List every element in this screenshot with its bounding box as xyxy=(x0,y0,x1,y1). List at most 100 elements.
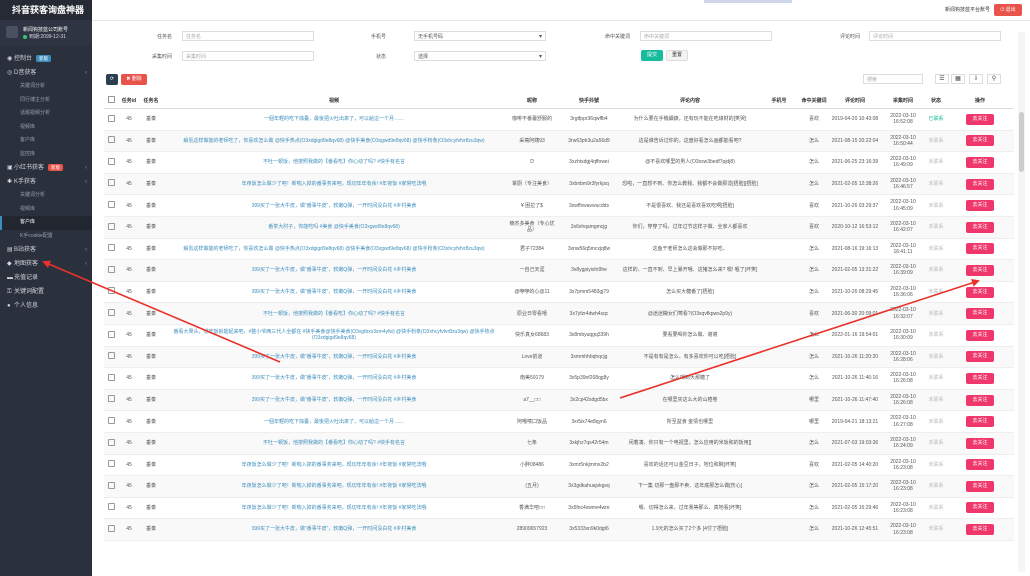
col-phone[interactable]: 手机号 xyxy=(760,93,798,109)
reset-button[interactable]: 重置 xyxy=(666,50,688,61)
col-video[interactable]: 视频 xyxy=(162,93,506,109)
cell-video-link[interactable]: 不吐一顿饭，他按照我做的【番看吃】你心动了吗? #快手有名言 xyxy=(162,432,506,455)
table-search-input[interactable]: 搜索 xyxy=(863,74,923,84)
cell-video-link[interactable]: 一個年輕的吃下烛臺，最後把火吐出來了，可以給這一个月…… xyxy=(162,108,506,131)
cell-video-link[interactable]: 解氢这样做能的老师吃了，你喜欢怎么做 @快手热点(O3xdgigd9e8qv68… xyxy=(162,238,506,261)
col-comment[interactable]: 评论内容 xyxy=(620,93,760,109)
sidebar-item-xiaohongshu[interactable]: ▣小红书获客 新版 ‹ xyxy=(0,161,92,175)
unfollow-button[interactable]: 去关注 xyxy=(966,264,994,276)
unfollow-button[interactable]: 去关注 xyxy=(966,308,994,320)
row-checkbox[interactable] xyxy=(104,173,118,196)
sidebar-sub-ks-video-library[interactable]: 视频库 xyxy=(0,203,92,217)
sidebar-item-recharge[interactable]: ▬充值记录 xyxy=(0,271,92,285)
status-select[interactable]: 选择 xyxy=(414,51,546,62)
row-checkbox[interactable] xyxy=(104,216,118,239)
cell-video-link[interactable]: 不吐一顿饭，他按照我做的【番看吃】你心动了吗? #快手有名言 xyxy=(162,151,506,174)
row-checkbox[interactable] xyxy=(104,454,118,477)
sidebar-item-kuaishou[interactable]: ✱ K手获客 ‹ xyxy=(0,175,92,189)
cell-video-link[interactable]: 399买了一张大牛皮，做“番事牛皮”，软嫩Q弹，一开时间没白花 #乡村美食 xyxy=(162,389,506,412)
col-keyword[interactable]: 命中关键词 xyxy=(798,93,830,109)
unfollow-button[interactable]: 去关注 xyxy=(966,243,994,255)
sidebar-sub-topic-analysis[interactable]: 话题视频分析 xyxy=(0,107,92,121)
row-checkbox[interactable] xyxy=(104,194,118,217)
sidebar-item-profile[interactable]: ● 个人信息 xyxy=(0,299,92,313)
collect-time-input[interactable]: 采集时间 xyxy=(182,51,314,61)
sidebar-item-bilibili[interactable]: ▤B站获客 ‹ xyxy=(0,243,92,257)
comment-time-input[interactable]: 评论时间 xyxy=(869,31,1001,41)
col-task-id[interactable]: 任务id xyxy=(118,93,140,109)
sidebar-item-dashboard[interactable]: ◉ 控制台 新版 xyxy=(0,52,92,66)
search-icon[interactable]: ⚲ xyxy=(987,74,1001,84)
unfollow-button[interactable]: 去关注 xyxy=(966,135,994,147)
row-checkbox[interactable] xyxy=(104,432,118,455)
row-checkbox[interactable] xyxy=(104,346,118,369)
keyword-input[interactable]: 命中关键词 xyxy=(640,31,772,41)
scrollbar-thumb[interactable] xyxy=(1019,112,1024,172)
sidebar-sub-keyword-analysis[interactable]: 关键词分析 xyxy=(0,80,92,94)
cell-video-link[interactable]: 年夜饭怎么做少了吧！新喘入掉的番事务来吧，现切年年有余! #年夜饭 #家常吃法哦 xyxy=(162,497,506,520)
list-view-icon[interactable]: ☰ xyxy=(935,74,949,84)
unfollow-button[interactable]: 去关注 xyxy=(966,156,994,168)
unfollow-button[interactable]: 去关注 xyxy=(966,372,994,384)
sidebar-sub-peer-analysis[interactable]: 同行博主分析 xyxy=(0,94,92,108)
task-input[interactable]: 任务名 xyxy=(182,31,314,41)
cell-video-link[interactable]: 年夜饭怎么做少了吧！新喘入掉的番事务来吧，现切年年有余! #年夜饭 #家常吃法哦 xyxy=(162,475,506,498)
row-checkbox[interactable] xyxy=(104,151,118,174)
sidebar-item-map[interactable]: ◆ 地图获客 ‹ xyxy=(0,257,92,271)
col-task-name[interactable]: 任务名 xyxy=(140,93,162,109)
logout-button[interactable]: ⏻ 退出 xyxy=(994,4,1022,16)
row-checkbox[interactable] xyxy=(104,367,118,390)
select-all-checkbox[interactable] xyxy=(104,93,118,109)
unfollow-button[interactable]: 去关注 xyxy=(966,351,994,363)
sidebar-sub-monitor-library[interactable]: 监控库 xyxy=(0,148,92,162)
unfollow-button[interactable]: 去关注 xyxy=(966,178,994,190)
unfollow-button[interactable]: 去关注 xyxy=(966,286,994,298)
cell-video-link[interactable]: 不吐一顿饭，他按照我做的【番看吃】你心动了吗? #快手有名言 xyxy=(162,302,506,325)
unfollow-button[interactable]: 去关注 xyxy=(966,502,994,514)
col-nickname[interactable]: 昵称 xyxy=(506,93,558,109)
unfollow-button[interactable]: 去关注 xyxy=(966,524,994,536)
row-checkbox[interactable] xyxy=(104,130,118,153)
unfollow-button[interactable]: 去关注 xyxy=(966,480,994,492)
sidebar-sub-ks-keyword-analysis[interactable]: 关键词分析 xyxy=(0,189,92,203)
row-checkbox[interactable] xyxy=(104,302,118,325)
sidebar-sub-ks-customer-library[interactable]: 客户库 xyxy=(0,216,92,230)
row-checkbox[interactable] xyxy=(104,281,118,304)
col-comment-time[interactable]: 评论时间 xyxy=(830,93,880,109)
row-checkbox[interactable] xyxy=(104,389,118,412)
cell-video-link[interactable]: 番看大果头，想吃饭就能起来吧，#整小爷两三代人全都在 #快手美食@快手美食(O3… xyxy=(162,324,506,347)
delete-button[interactable]: ✖ 删除 xyxy=(121,74,147,85)
col-account-id[interactable]: 快手抖號 xyxy=(558,93,620,109)
cell-video-link[interactable]: 年夜饭怎么做少了吧！新喘入掉的番事务来吧，现切年年有余! #年夜饭 #家常吃法哦 xyxy=(162,173,506,196)
cell-video-link[interactable]: 399买了一张大牛皮，做“番事牛皮”，软嫩Q弹，一开时间没白花 #乡村美食 xyxy=(162,281,506,304)
row-checkbox[interactable] xyxy=(104,518,118,541)
cell-video-link[interactable]: 399买了一张大牛皮，做“番事牛皮”，软嫩Q弹，一开时间没白花 #乡村美食 xyxy=(162,194,506,217)
row-checkbox[interactable] xyxy=(104,475,118,498)
row-checkbox[interactable] xyxy=(104,324,118,347)
row-checkbox[interactable] xyxy=(104,497,118,520)
cell-video-link[interactable]: 399买了一张大牛皮，做“番事牛皮”，软嫩Q弹，一开时间没白花 #乡村美食 xyxy=(162,367,506,390)
unfollow-button[interactable]: 去关注 xyxy=(966,200,994,212)
refresh-button[interactable]: ⟳ xyxy=(106,74,118,85)
unfollow-button[interactable]: 去关注 xyxy=(966,459,994,471)
unfollow-button[interactable]: 去关注 xyxy=(966,394,994,406)
row-checkbox[interactable] xyxy=(104,259,118,282)
export-icon[interactable]: ⇩ xyxy=(969,74,983,84)
col-status[interactable]: 状态 xyxy=(926,93,946,109)
row-checkbox[interactable] xyxy=(104,238,118,261)
cell-video-link[interactable]: 解氢这样做能的老师吃了，你喜欢怎么做 @快手热点(O3xdgigd9e8qv68… xyxy=(162,130,506,153)
cell-video-link[interactable]: 399买了一张大牛皮，做“番事牛皮”，软嫩Q弹，一开时间没白花 #乡村美食 xyxy=(162,346,506,369)
row-checkbox[interactable] xyxy=(104,108,118,131)
phone-select[interactable]: 无手机号码 xyxy=(414,31,546,42)
unfollow-button[interactable]: 去关注 xyxy=(966,416,994,428)
unfollow-button[interactable]: 去关注 xyxy=(966,113,994,125)
cell-video-link[interactable]: 年夜饭怎么做少了吧！新喘入掉的番事务来吧，现切年年有余! #年夜饭 #家常吃法哦 xyxy=(162,454,506,477)
columns-icon[interactable]: ▦ xyxy=(951,74,965,84)
cell-video-link[interactable]: 番茶大肘子，你能吃吗 #美食 @快手美食(O3xgwd9e8qv68) xyxy=(162,216,506,239)
page-scrollbar[interactable] xyxy=(1018,32,1025,572)
col-collect-time[interactable]: 采集时间 xyxy=(880,93,926,109)
sidebar-sub-video-library[interactable]: 视频库 xyxy=(0,121,92,135)
unfollow-button[interactable]: 去关注 xyxy=(966,437,994,449)
sidebar-sub-ks-cookie-config[interactable]: K手cookie配置 xyxy=(0,230,92,244)
row-checkbox[interactable] xyxy=(104,410,118,433)
